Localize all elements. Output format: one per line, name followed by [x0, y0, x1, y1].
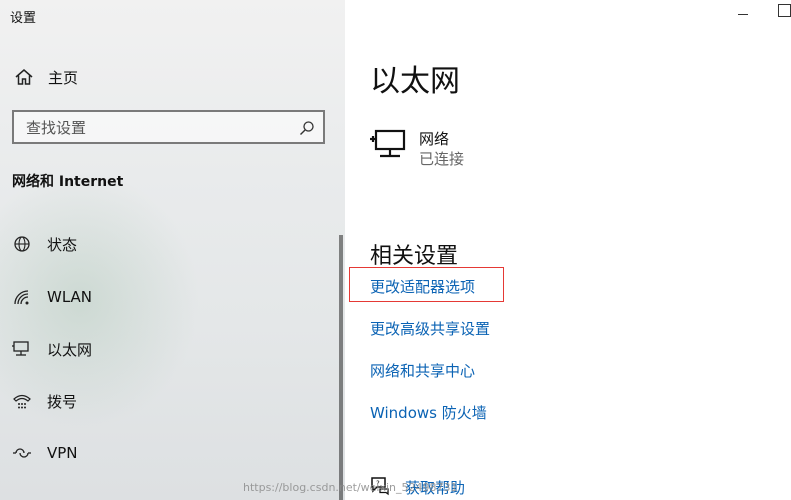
scrollbar[interactable]: [339, 235, 343, 500]
sidebar-item-label: 以太网: [47, 340, 93, 359]
vpn-icon: [13, 448, 31, 458]
watermark: https://blog.csdn.net/weixin_52498731: [243, 481, 458, 494]
sidebar-item-label: 状态: [47, 235, 78, 254]
globe-icon: [14, 236, 30, 252]
related-settings-title: 相关设置: [370, 244, 459, 269]
main-content: 以太网 网络 已连接 相关设置 更改适配器选项 更改高级共享设置 网络和共享中心…: [345, 0, 791, 500]
network-name[interactable]: 网络: [419, 128, 449, 149]
change-adapter-options-link[interactable]: 更改适配器选项: [370, 276, 475, 297]
network-sharing-center-link[interactable]: 网络和共享中心: [370, 360, 475, 381]
wifi-icon: [14, 290, 29, 305]
sidebar-item-status[interactable]: 状态: [12, 232, 77, 256]
sidebar: 设置 主页 网络和 Internet 状态 WLAN: [0, 0, 345, 500]
sidebar-item-vpn[interactable]: VPN: [12, 441, 78, 465]
sidebar-item-dialup[interactable]: 拨号: [12, 389, 77, 413]
sidebar-item-label: WLAN: [47, 288, 93, 306]
sidebar-item-label: VPN: [47, 444, 78, 462]
ethernet-icon: [370, 129, 406, 158]
minimize-button[interactable]: [736, 6, 752, 18]
app-title: 设置: [10, 11, 37, 26]
search-box[interactable]: [12, 110, 325, 144]
section-title: 网络和 Internet: [12, 174, 124, 190]
sidebar-item-label: 拨号: [47, 392, 78, 411]
change-advanced-sharing-link[interactable]: 更改高级共享设置: [370, 318, 490, 339]
sidebar-item-wlan[interactable]: WLAN: [12, 285, 92, 309]
dialup-icon: [13, 394, 31, 409]
maximize-button[interactable]: [778, 4, 791, 17]
home-icon: [15, 69, 33, 85]
home-nav-item[interactable]: 主页: [14, 66, 78, 88]
minimize-icon: [738, 14, 748, 15]
home-label: 主页: [48, 68, 79, 87]
page-title: 以太网: [370, 64, 460, 99]
ethernet-icon: [12, 341, 29, 356]
search-input[interactable]: [26, 119, 276, 137]
search-icon[interactable]: [299, 120, 315, 136]
sidebar-item-ethernet[interactable]: 以太网: [12, 337, 92, 361]
windows-firewall-link[interactable]: Windows 防火墙: [370, 402, 487, 423]
network-status: 已连接: [419, 150, 465, 168]
